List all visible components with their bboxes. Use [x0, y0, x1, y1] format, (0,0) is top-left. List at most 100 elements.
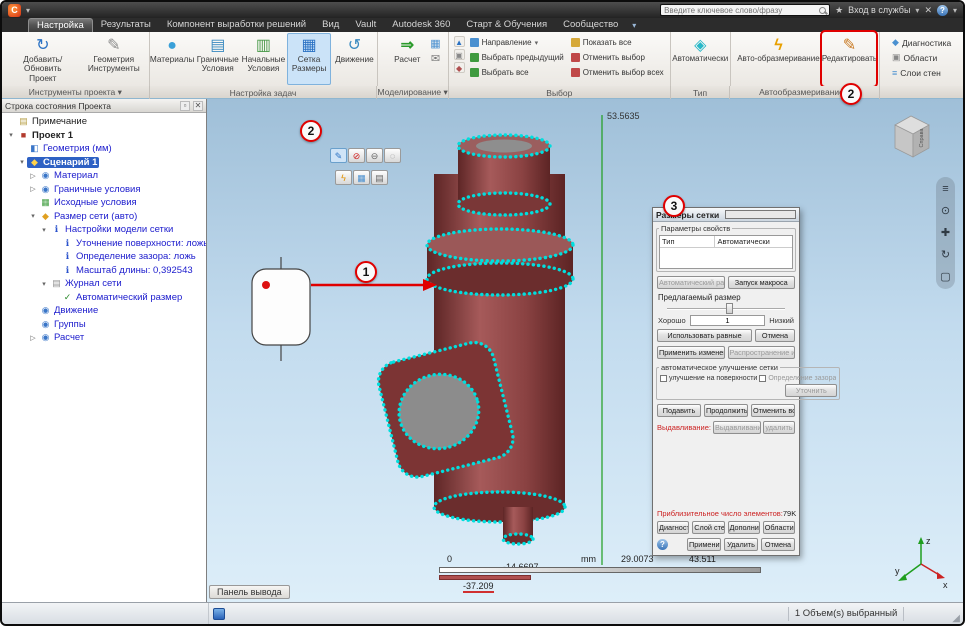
dialog-delete-button[interactable]: Удалить [724, 538, 758, 551]
dialog-help-icon[interactable]: ? [657, 539, 668, 550]
signin-label[interactable]: Вход в службы [848, 5, 910, 15]
refine-button[interactable]: Уточнить [785, 384, 837, 397]
tree-item[interactable]: ▾ ▤ Журнал сети [2, 277, 206, 291]
tree-expander-icon[interactable]: ▾ [6, 131, 16, 139]
select-cursor-icon[interactable]: ▲ [454, 36, 465, 47]
gap-detection-checkbox[interactable]: Определение зазора [759, 375, 836, 382]
ribbon-tab[interactable]: Autodesk 360 [384, 18, 458, 32]
show-all-button[interactable]: Показать все [568, 35, 667, 50]
tree-expander-icon[interactable]: ▷ [28, 334, 38, 342]
diagnostics-dialog-button[interactable]: Диагностика... [657, 521, 689, 534]
pan-icon[interactable]: ✚ [941, 227, 950, 239]
close-session-icon[interactable]: ✕ [924, 5, 932, 16]
panel-pin-icon[interactable]: ▫ [180, 101, 190, 111]
tree-item[interactable]: ▾ ◆ Сценарий 1 [2, 156, 206, 170]
mesh-extrusion-button[interactable]: Выдавливание сети [713, 421, 761, 434]
tabs-overflow-chevron-icon[interactable]: ▾ [632, 21, 636, 32]
checkbox-box[interactable] [759, 375, 766, 382]
signin-chevron-icon[interactable]: ▾ [915, 6, 919, 15]
ribbon-tab[interactable]: Vault [347, 18, 384, 32]
boundary-conditions-button[interactable]: ▤ Граничные Условия [196, 33, 240, 85]
tree-expander-icon[interactable]: ▾ [28, 212, 38, 220]
advanced-button[interactable]: Дополнительно... [728, 521, 760, 534]
edit-tool-icon[interactable]: ✎ [330, 148, 347, 163]
tree-item[interactable]: ▦ Исходные условия [2, 196, 206, 210]
tree-item[interactable]: ▤ Примечание [2, 115, 206, 129]
resize-grip[interactable]: ◢ [952, 613, 960, 624]
app-logo-icon[interactable]: C [8, 4, 21, 17]
tree-item[interactable]: ▾ ■ Проект 1 [2, 129, 206, 143]
apply-changes-button[interactable]: Применить изменения [657, 346, 725, 359]
materials-button[interactable]: ● Материалы [150, 33, 195, 85]
tree-item[interactable]: ℹ Определение зазора: ложь [2, 250, 206, 264]
dialog-cancel-button[interactable]: Отмена [761, 538, 795, 551]
continue-button[interactable]: Продолжить [704, 404, 748, 417]
search-input[interactable] [664, 6, 816, 15]
spread-changes-button[interactable]: Распространение изменений [728, 346, 796, 359]
deselect-button[interactable]: Отменить выбор [568, 50, 667, 65]
tree-expander-icon[interactable]: ▾ [39, 280, 49, 288]
save-tool-icon[interactable]: ▤ [371, 170, 388, 185]
mesh-tool-icon[interactable]: ▦ [353, 170, 370, 185]
checkbox-box[interactable] [660, 375, 667, 382]
size-value-input[interactable] [690, 315, 766, 326]
use-uniform-button[interactable]: Использовать равные [657, 329, 752, 342]
view-cube[interactable]: Справа [883, 111, 939, 161]
tree-item[interactable]: ▾ ℹ Настройки модели сетки [2, 223, 206, 237]
regions-button[interactable]: ▣ Области [889, 50, 954, 65]
regions-dialog-button[interactable]: Области... [763, 521, 795, 534]
wall-layer-button[interactable]: Слой стены... [692, 521, 724, 534]
notify-mail-icon[interactable]: ✉ [430, 53, 440, 65]
zoom-icon[interactable]: ⊙ [941, 205, 950, 217]
tree-item[interactable]: ✓ Автоматический размер [2, 291, 206, 305]
results-grid-icon[interactable]: ▦ [430, 38, 440, 50]
motion-button[interactable]: ↺ Движение [332, 33, 376, 85]
wall-layers-button[interactable]: ≡ Слои стен [889, 65, 954, 80]
ribbon-tab[interactable]: Настройка [28, 18, 93, 32]
run-macro-button[interactable]: Запуск макроса [728, 276, 796, 289]
tree-item[interactable]: ℹ Уточнение поверхности: ложь [2, 237, 206, 251]
ribbon-tab[interactable]: Сообщество [555, 18, 626, 32]
tree-expander-icon[interactable]: ▷ [28, 172, 38, 180]
viewport-3d[interactable]: .dots{stroke:#00dede;stroke-width:3.4;st… [207, 99, 963, 602]
direction-dropdown[interactable]: Направление ▾ [467, 35, 567, 50]
tree-item[interactable]: ▷ ◉ Граничные условия [2, 183, 206, 197]
ribbon-tab[interactable]: Результаты [93, 18, 159, 32]
search-box[interactable] [660, 4, 830, 16]
add-update-project-button[interactable]: ↻ Добавить/Обновить Проект [5, 33, 81, 85]
tree-item[interactable]: ℹ Масштаб длины: 0,392543 [2, 264, 206, 278]
solve-button[interactable]: ⇒ Расчет [385, 33, 429, 85]
help-icon[interactable]: ? [937, 5, 948, 16]
suppress-button[interactable]: Подавить [657, 404, 701, 417]
dialog-close-button[interactable] [725, 210, 796, 219]
tank-sketch[interactable] [252, 257, 310, 361]
group-label-simulation[interactable]: Моделирование ▾ [377, 86, 449, 99]
slider-thumb[interactable] [726, 303, 733, 314]
tree-item[interactable]: ▷ ◉ Расчет [2, 331, 206, 345]
search-icon[interactable] [819, 7, 826, 14]
property-table[interactable]: Тип Автоматически [659, 235, 793, 269]
select-filter-icon[interactable]: ◆ [454, 62, 465, 73]
cancel-all-button[interactable]: Отменить все [751, 404, 795, 417]
auto-size-button[interactable]: ϟ Авто-образмеривание [734, 33, 822, 85]
favorites-star-icon[interactable]: ★ [835, 5, 843, 16]
tree-expander-icon[interactable]: ▾ [17, 158, 27, 166]
tree-item[interactable]: ◉ Группы [2, 318, 206, 332]
select-all-button[interactable]: Выбрать все [467, 65, 567, 80]
tree-item[interactable]: ◉ Движение [2, 304, 206, 318]
subtract-tool-icon[interactable]: ⊖ [366, 148, 383, 163]
automatic-type-button[interactable]: ◈ Автоматически [672, 33, 728, 85]
app-menu-chevron-icon[interactable]: ▾ [26, 6, 30, 15]
geometry-tools-button[interactable]: ✎ Геометрия Инструменты [82, 33, 146, 85]
edit-mesh-button[interactable]: ✎ Редактировать [823, 33, 875, 85]
statusbar-app-icon[interactable] [213, 608, 225, 620]
automatic-size-button[interactable]: Автоматический размер [657, 276, 725, 289]
vessel-model[interactable] [374, 135, 573, 544]
extrusion-delete-button[interactable]: удалить [763, 421, 795, 434]
select-previous-button[interactable]: Выбрать предыдущий [467, 50, 567, 65]
autosize-tool-icon[interactable]: ϟ [335, 170, 352, 185]
deselect-all-button[interactable]: Отменить выбор всех [568, 65, 667, 80]
ribbon-tab[interactable]: Компонент выработки решений [159, 18, 314, 32]
tree-item[interactable]: ▷ ◉ Материал [2, 169, 206, 183]
ribbon-tab[interactable]: Старт & Обучения [458, 18, 555, 32]
